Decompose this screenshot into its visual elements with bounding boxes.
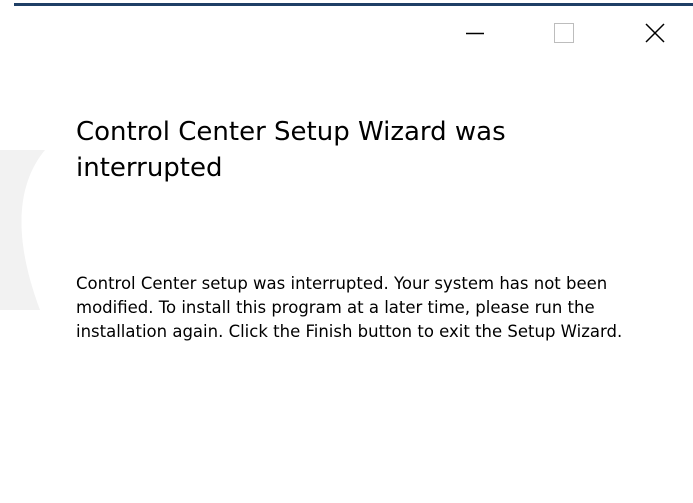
interruption-message: Control Center setup was interrupted. Yo… [76, 274, 623, 341]
close-button[interactable] [632, 12, 678, 54]
maximize-button[interactable] [541, 12, 587, 54]
minimize-button[interactable] [452, 12, 498, 54]
maximize-icon [554, 23, 574, 43]
minimize-icon [466, 32, 484, 35]
close-icon [645, 23, 665, 43]
setup-wizard-window: Control Center Setup Wizard was interrup… [0, 0, 693, 503]
title-bar[interactable] [0, 6, 693, 58]
faded-graphic [0, 150, 45, 310]
page-title: Control Center Setup Wizard was interrup… [76, 117, 506, 183]
